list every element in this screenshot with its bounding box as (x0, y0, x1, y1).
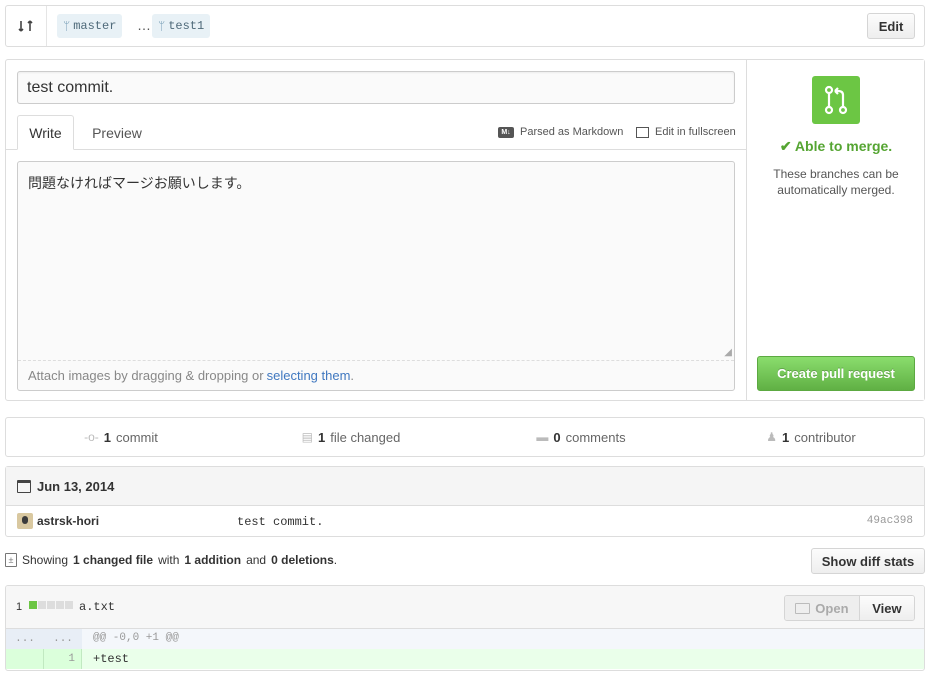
file-diff-icon: ± (5, 553, 17, 567)
new-line-number[interactable]: 1 (44, 649, 82, 669)
attach-prefix: Attach images by dragging & dropping or (28, 368, 264, 383)
markdown-help-link[interactable]: M↓ Parsed as Markdown (498, 126, 623, 138)
summary-with: with (158, 553, 180, 567)
resize-handle-icon[interactable]: ◢ (724, 347, 732, 358)
commit-message[interactable]: test commit. (237, 515, 323, 529)
fullscreen-icon (636, 126, 649, 138)
diffstat-block (65, 601, 73, 609)
compare-branch-label: test1 (168, 19, 205, 33)
merge-description: These branches can be automatically merg… (773, 167, 899, 197)
contributors-stat[interactable]: ♟ 1 contributor (696, 418, 926, 456)
file-diff: 1 a.txt Open View ... ... @@ -0,0 +1 @@ … (5, 585, 925, 671)
hunk-header: @@ -0,0 +1 @@ (93, 632, 179, 644)
diffstat-block (38, 601, 46, 609)
comments-stat[interactable]: ▬ 0 comments (466, 418, 696, 456)
merge-status-panel: ✔ Able to merge. These branches can be a… (746, 60, 924, 400)
commits-count: 1 (103, 429, 111, 445)
branch-icon: ᛘ (63, 19, 71, 33)
organization-icon: ♟ (766, 430, 778, 444)
fullscreen-button[interactable]: Edit in fullscreen (636, 126, 736, 138)
compare-branch-selector[interactable]: ᛘ test1 (152, 14, 211, 38)
compare-icon (6, 6, 47, 46)
tab-write[interactable]: Write (17, 115, 74, 150)
branch-icon: ᛘ (158, 19, 166, 33)
commits-label: commit (116, 429, 158, 445)
edit-button[interactable]: Edit (867, 13, 915, 39)
comparison-stats: -o- 1 commit ▤ 1 file changed ▬ 0 commen… (5, 417, 925, 457)
diffstat-block (29, 601, 37, 609)
attach-images-bar: Attach images by dragging & dropping or … (18, 360, 734, 390)
file-change-count: 1 (16, 601, 23, 613)
body-text: 問題なければマージお願いします。 (28, 175, 251, 191)
commits-stat[interactable]: -o- 1 commit (6, 418, 236, 456)
commit-row: astrsk-hori test commit. 49ac398 (6, 507, 924, 536)
base-branch-selector[interactable]: ᛘ master (57, 14, 123, 38)
expand-right[interactable]: ... (44, 629, 82, 649)
create-pull-request-button[interactable]: Create pull request (757, 356, 915, 391)
files-stat[interactable]: ▤ 1 file changed (236, 418, 466, 456)
diffstat-blocks (29, 601, 73, 609)
fullscreen-label: Edit in fullscreen (655, 126, 736, 138)
pull-request-compose: test commit. Write Preview M↓ Parsed as … (5, 59, 925, 401)
comments-label: comments (565, 429, 626, 445)
view-button[interactable]: View (859, 596, 914, 620)
hunk-header-row: ... ... @@ -0,0 +1 @@ (6, 629, 924, 649)
range-separator: … (137, 17, 151, 33)
summary-deletions: 0 deletions (271, 553, 334, 567)
avatar[interactable] (17, 513, 33, 529)
diff-line-addition: 1 +test (6, 649, 924, 669)
diffstat-block (56, 601, 64, 609)
diff-summary: ± Showing 1 changed file with 1 addition… (5, 553, 337, 567)
base-branch-label: master (73, 19, 117, 33)
markdown-icon: M↓ (498, 126, 514, 138)
tab-preview[interactable]: Preview (82, 115, 152, 150)
commit-sha[interactable]: 49ac398 (867, 515, 913, 527)
file-diff-icon: ▤ (301, 430, 313, 444)
commits-list: Jun 13, 2014 astrsk-hori test commit. 49… (5, 466, 925, 537)
old-line-number[interactable] (6, 649, 44, 669)
file-header: 1 a.txt Open View (6, 586, 924, 629)
range-bar: ᛘ master … ᛘ test1 Edit (5, 5, 925, 47)
files-count: 1 (317, 429, 326, 445)
diff-line-text: +test (93, 652, 130, 666)
summary-and: and (246, 553, 267, 567)
summary-period: . (333, 553, 338, 567)
commit-date-header: Jun 13, 2014 (6, 467, 924, 506)
file-actions: Open View (784, 595, 915, 621)
expand-left[interactable]: ... (6, 629, 44, 649)
parsed-markdown-label: Parsed as Markdown (520, 126, 624, 138)
select-images-link[interactable]: selecting them (267, 368, 351, 383)
open-label: Open (815, 600, 849, 616)
open-button: Open (785, 596, 860, 620)
contributors-label: contributor (794, 429, 856, 445)
diffstat-block (47, 601, 55, 609)
summary-showing: Showing (22, 553, 69, 567)
pull-request-icon (812, 76, 860, 124)
file-name[interactable]: a.txt (79, 600, 115, 614)
comments-count: 0 (553, 429, 561, 445)
compose-form: test commit. Write Preview M↓ Parsed as … (6, 60, 746, 400)
comment-icon: ▬ (536, 430, 549, 444)
contributors-count: 1 (782, 429, 790, 445)
attach-suffix: . (350, 368, 355, 383)
show-diff-stats-button[interactable]: Show diff stats (811, 548, 925, 574)
files-label: file changed (330, 429, 401, 445)
commit-author[interactable]: astrsk-hori (37, 514, 99, 528)
commit-date: Jun 13, 2014 (37, 478, 115, 494)
desktop-icon (795, 602, 811, 614)
calendar-icon (17, 479, 31, 493)
body-textarea[interactable]: 問題なければマージお願いします。 ◢ Attach images by drag… (17, 161, 735, 391)
merge-status: ✔ Able to merge. (779, 138, 893, 154)
title-input[interactable]: test commit. (17, 71, 735, 104)
summary-changed: 1 changed file (73, 553, 154, 567)
commit-icon: -o- (84, 430, 99, 444)
summary-additions: 1 addition (184, 553, 242, 567)
